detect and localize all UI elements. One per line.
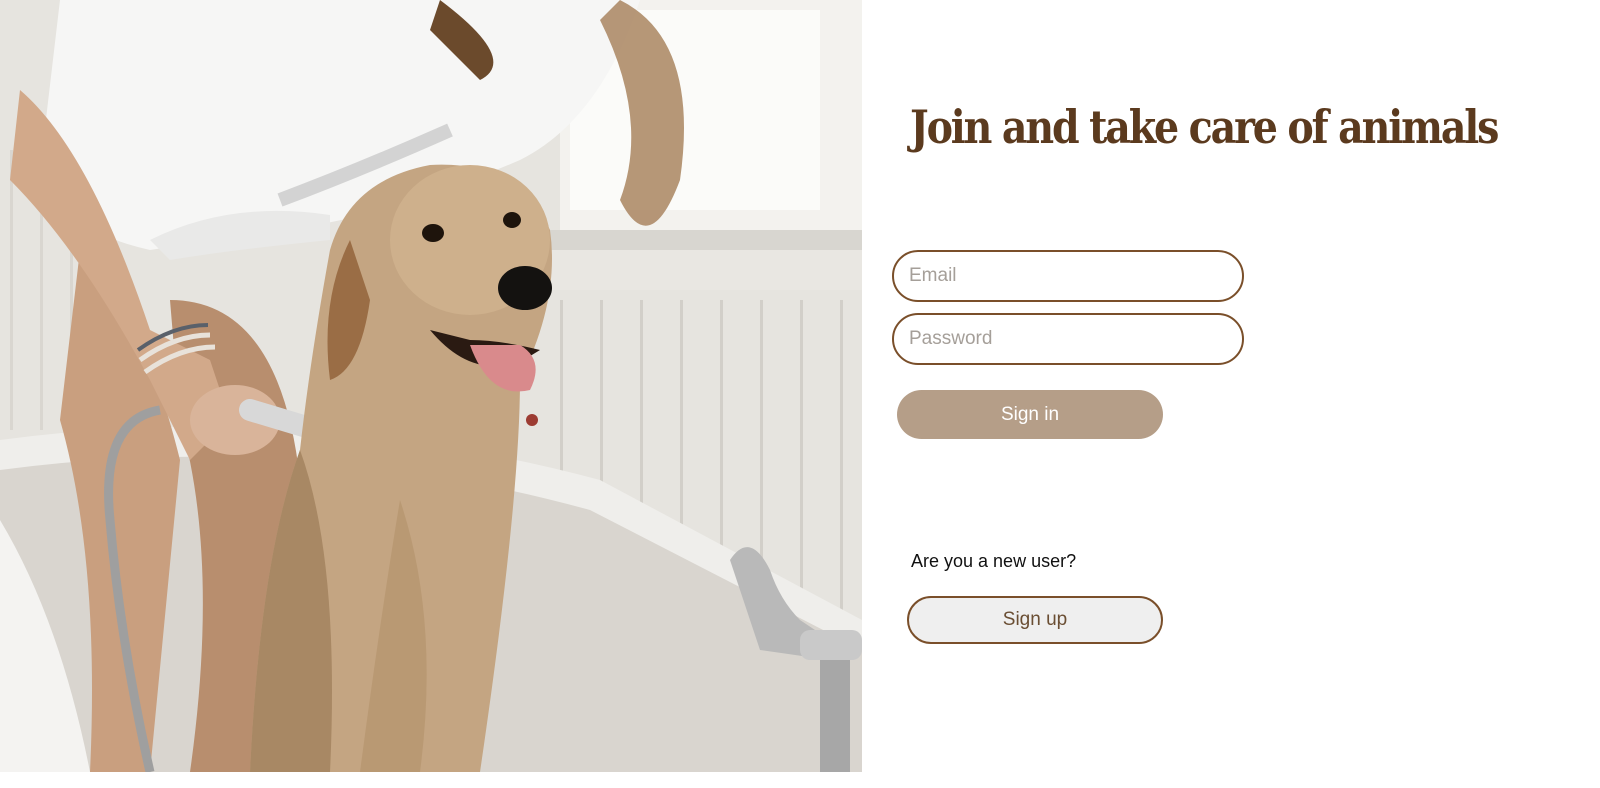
page-title: Join and take care of animals xyxy=(910,100,1499,154)
new-user-prompt: Are you a new user? xyxy=(911,551,1077,571)
hero-photo xyxy=(0,0,862,772)
password-field[interactable] xyxy=(892,313,1244,365)
sign-up-button[interactable]: Sign up xyxy=(907,596,1163,644)
email-field[interactable] xyxy=(892,250,1244,302)
signin-page: Join and take care of animals Sign in Ar… xyxy=(0,0,1600,788)
sign-in-button[interactable]: Sign in xyxy=(897,390,1163,439)
dog-bath-illustration xyxy=(0,0,862,772)
